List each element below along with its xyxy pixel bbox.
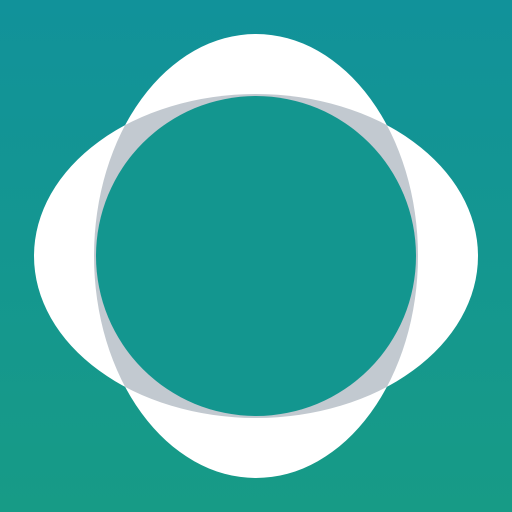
overlapping-circles-logo-icon xyxy=(34,34,478,478)
center-circle xyxy=(96,96,416,416)
app-icon xyxy=(0,0,512,512)
